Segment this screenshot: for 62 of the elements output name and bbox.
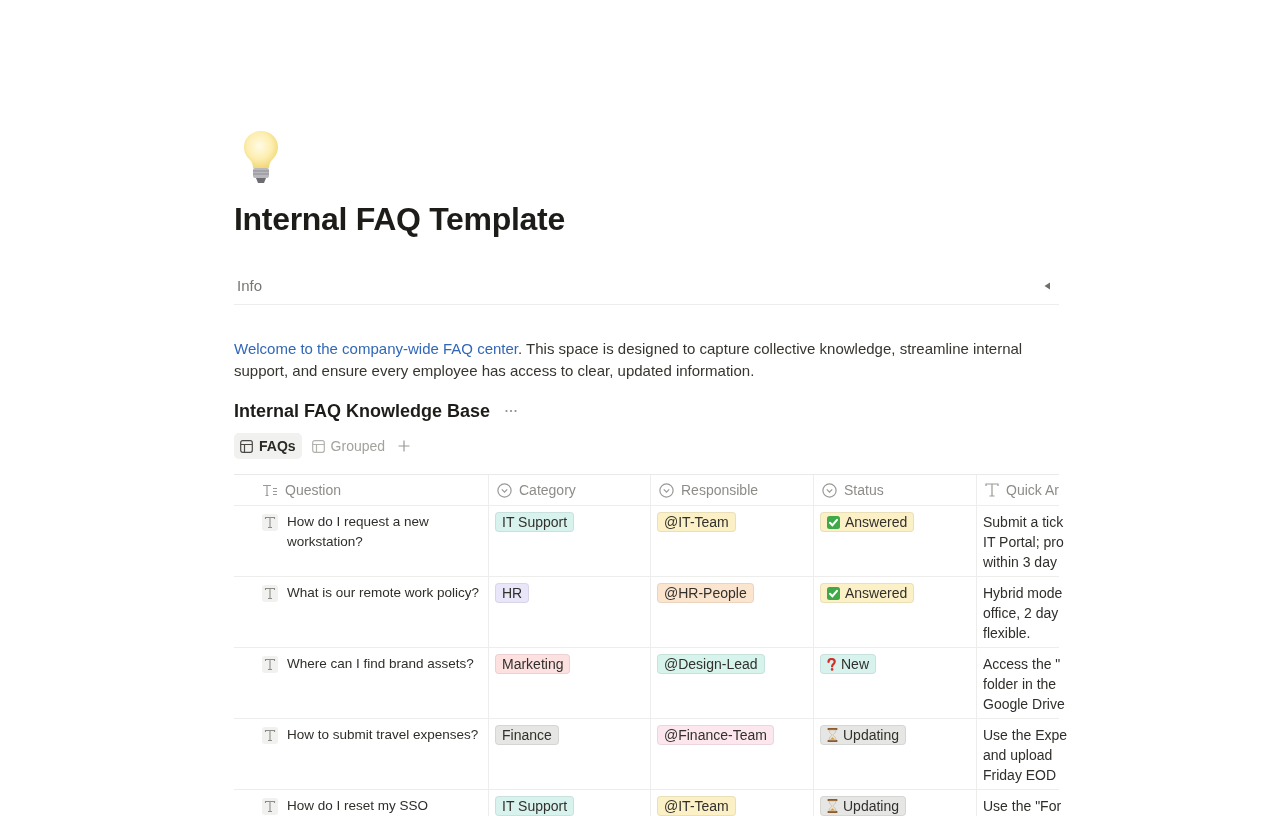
chevron-circle-icon — [497, 482, 512, 498]
column-label: Status — [844, 482, 884, 498]
column-label: Quick Ar — [1006, 482, 1059, 498]
text-tile-icon — [262, 727, 278, 744]
column-label: Category — [519, 482, 576, 498]
category-tag: Marketing — [495, 654, 571, 674]
column-header[interactable]: Question — [234, 475, 489, 505]
info-toggle[interactable]: Info — [234, 267, 1059, 305]
text-tile-icon — [262, 585, 278, 602]
text-icon — [985, 483, 999, 497]
status-tag: Answered — [820, 512, 915, 532]
chevron-circle-icon — [659, 482, 674, 498]
answer-text: Use the Expe and upload Friday EOD — [983, 726, 1068, 785]
more-icon — [505, 409, 518, 413]
category-tag: IT Support — [495, 796, 575, 816]
question-text: Where can I find brand assets? — [287, 655, 474, 673]
database-title: Internal FAQ Knowledge Base — [234, 400, 491, 423]
question-text: What is our remote work policy? — [287, 584, 480, 602]
text-tile-icon — [262, 656, 278, 673]
category-tag: Finance — [495, 725, 559, 745]
column-header[interactable]: Quick Ar — [977, 475, 1065, 505]
view-tab[interactable]: Grouped — [305, 433, 392, 459]
status-tag: Updating — [820, 725, 907, 745]
intro-link[interactable]: Welcome to the company-wide FAQ center — [234, 340, 519, 357]
plus-icon — [398, 440, 411, 452]
page-title: Internal FAQ Template — [234, 200, 566, 238]
answer-text: Hybrid mode office, 2 day flexible. — [983, 584, 1063, 643]
responsible-tag: @HR-People — [657, 583, 754, 603]
lightbulb-icon — [242, 130, 280, 184]
answer-text: Access the " folder in the Google Drive — [983, 655, 1065, 714]
question-text: How do I reset my SSO — [287, 797, 429, 815]
status-tag: Answered — [820, 583, 915, 603]
question-mark-icon — [827, 657, 836, 671]
question-text: How do I request a new workstation? — [287, 513, 430, 551]
check-box-icon — [827, 586, 840, 600]
chevron-circle-icon — [822, 482, 837, 498]
category-tag: IT Support — [495, 512, 575, 532]
responsible-tag: @Finance-Team — [657, 725, 774, 745]
responsible-tag: @IT-Team — [657, 796, 736, 816]
status-tag: New — [820, 654, 876, 674]
responsible-tag: @Design-Lead — [657, 654, 765, 674]
responsible-tag: @IT-Team — [657, 512, 736, 532]
view-tab[interactable]: FAQs — [234, 433, 302, 459]
column-label: Question — [285, 482, 342, 498]
column-label: Responsible — [681, 482, 759, 498]
category-tag: HR — [495, 583, 530, 603]
status-tag: Updating — [820, 796, 907, 816]
text-tile-icon — [262, 798, 278, 815]
answer-text: Use the "For — [983, 797, 1062, 816]
answer-text: Submit a tick IT Portal; pro within 3 day — [983, 513, 1064, 572]
check-box-icon — [827, 515, 840, 529]
hourglass-icon — [827, 799, 838, 813]
column-header[interactable]: Category — [489, 475, 651, 505]
table-icon — [311, 439, 325, 453]
column-header[interactable]: Status — [814, 475, 977, 505]
question-text: How to submit travel expenses? — [287, 726, 479, 744]
text-lines-icon — [262, 484, 278, 496]
table-icon — [240, 439, 253, 453]
column-header[interactable]: Responsible — [651, 475, 814, 505]
intro-paragraph: Welcome to the company-wide FAQ center. This space is designed to capture collective knowledge, streamline internal support, and ensure every employee has access to clear, updated information. — [234, 339, 1024, 381]
hourglass-icon — [827, 728, 838, 742]
text-tile-icon — [262, 514, 278, 531]
